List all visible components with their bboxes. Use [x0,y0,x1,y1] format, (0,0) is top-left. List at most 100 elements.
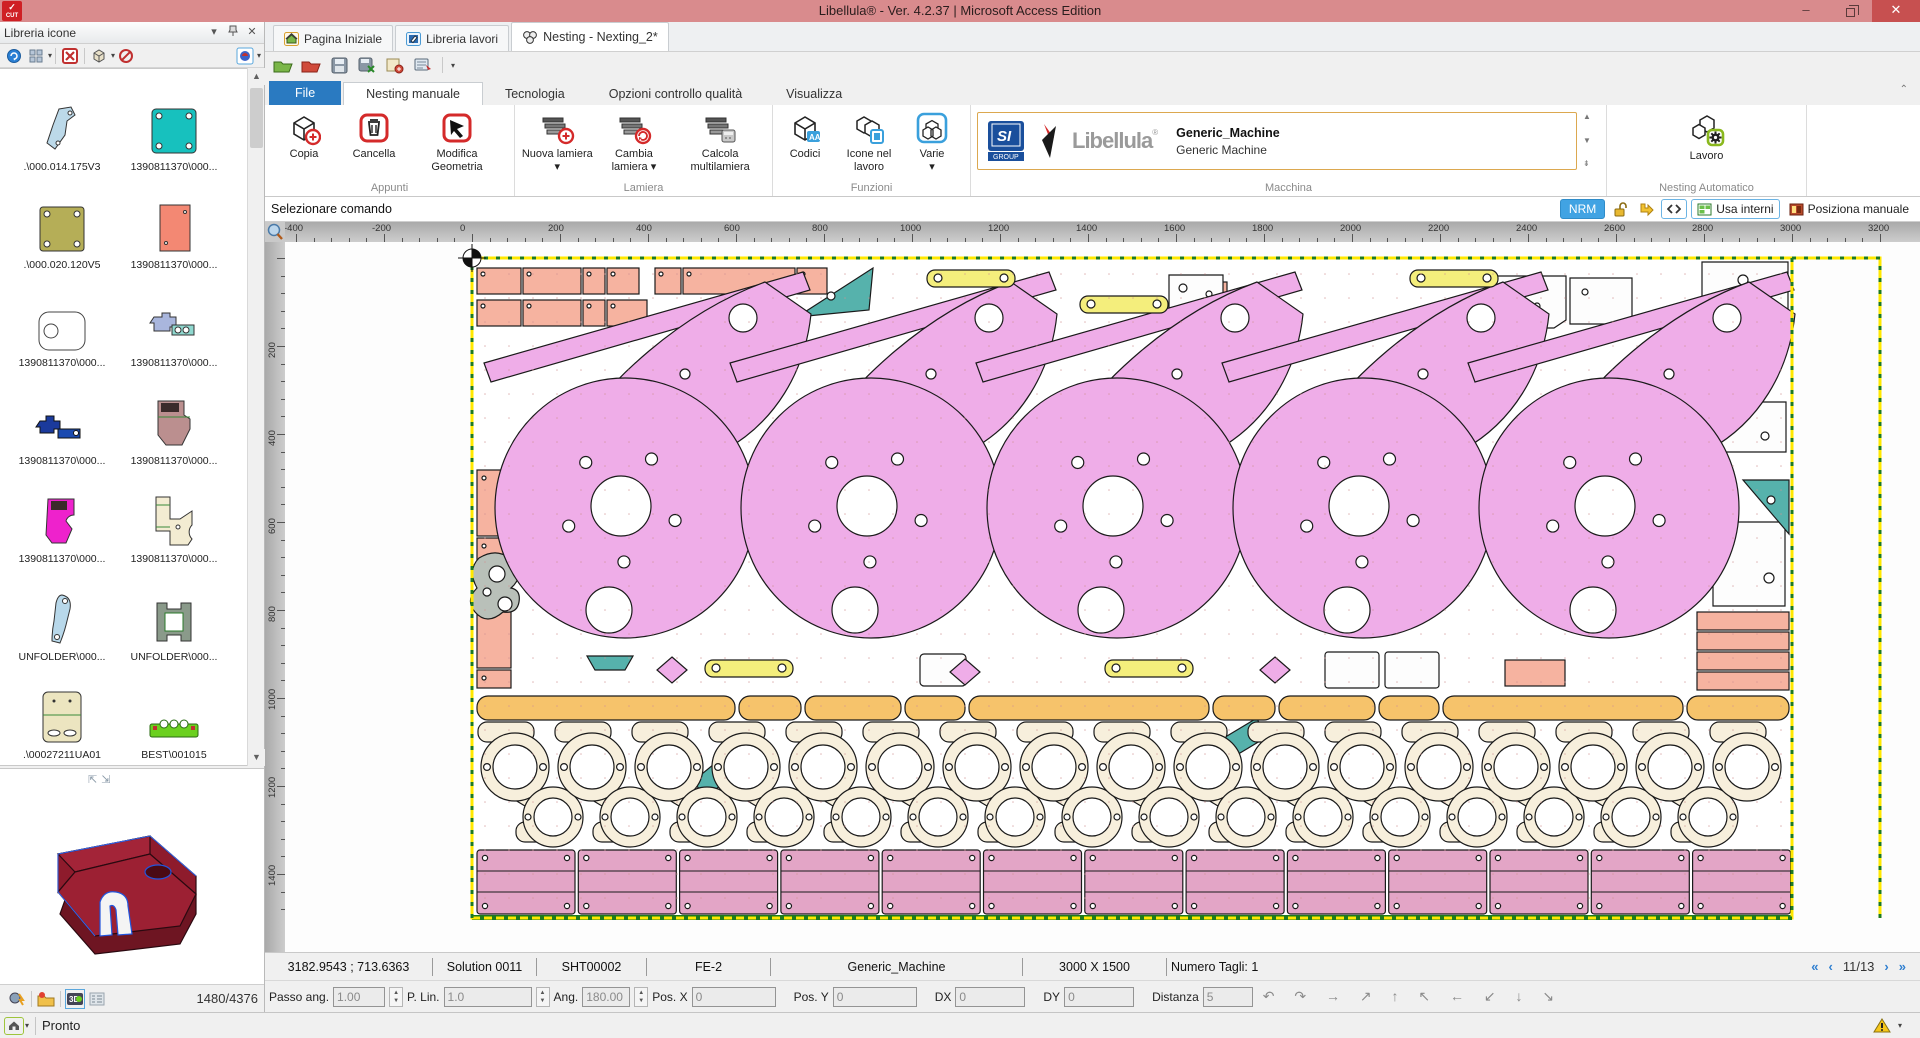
next-page-icon[interactable]: › [1884,959,1888,974]
passo-ang-spinner[interactable]: ▲▼ [389,987,403,1007]
minimize-button[interactable]: – [1784,0,1828,22]
close-button[interactable]: ✕ [1872,0,1920,22]
scroll-thumb[interactable] [250,88,263,148]
icone-nel-lavoro-button[interactable]: Icone nel lavoro [835,109,903,174]
ang-input[interactable] [582,987,630,1007]
ang-spinner[interactable]: ▲▼ [634,987,648,1007]
dy-input[interactable] [1064,987,1134,1007]
drawing-area[interactable] [285,242,1920,952]
varie-button[interactable]: Varie▾ [907,109,957,174]
elbow-arrow-icon[interactable] [1636,199,1656,219]
ruler-corner[interactable] [265,222,285,242]
scroll-down-icon[interactable]: ▼ [248,749,265,766]
copia-button[interactable]: Copia [271,109,337,161]
view-mode-icon[interactable] [26,46,46,66]
update-icon[interactable] [7,989,27,1009]
library-item[interactable]: BEST\001015 [118,663,230,761]
filter-caret[interactable]: ▾ [257,51,261,60]
nudge-arrows[interactable]: ↶ ↷ → ↗ ↑ ↖ ← ↙ ↓ ↘ [1263,988,1562,1005]
library-item[interactable]: .\000.020.120V5 [6,173,118,271]
ribbon-tab-opzioni[interactable]: Opzioni controllo qualità [587,83,764,105]
part-box-icon[interactable] [89,46,109,66]
library-scrollbar[interactable]: ▲ ▼ [247,68,264,766]
solution-label: Solution 0011 [433,958,537,976]
cancella-button[interactable]: Cancella [341,109,407,161]
distanza-input[interactable] [1203,987,1253,1007]
pos-x-input[interactable] [692,987,776,1007]
library-item[interactable]: 1390811370\000... [118,467,230,565]
pin-icon[interactable] [225,25,241,41]
library-item[interactable]: 1390811370\000... [6,271,118,369]
nesting-drawing[interactable] [285,242,1920,952]
library-item[interactable]: 1390811370\000... [118,271,230,369]
prev-page-icon[interactable]: ‹ [1829,959,1833,974]
distanza-label: Distanza [1152,990,1199,1004]
resize-arrows-icon[interactable]: ⇱⇲ [88,773,114,786]
open-red-folder-icon[interactable] [300,54,322,76]
first-page-icon[interactable]: « [1811,959,1818,974]
machine-selector[interactable]: SIGROUP Libellula® Generic_Machine Gener… [977,112,1577,170]
tab-nesting[interactable]: Nesting - Nexting_2* [511,22,669,51]
new-folder-icon[interactable] [36,989,56,1009]
part-3d-preview[interactable]: ⇱⇲ [0,768,264,984]
dx-input[interactable] [955,987,1025,1007]
usa-interni-button[interactable]: Usa interni [1691,199,1779,219]
passo-ang-input[interactable] [333,987,385,1007]
nesting-canvas-area[interactable]: -400-20002004006008001000120014001600180… [265,222,1920,952]
library-item[interactable]: .\00027211UA01 [6,663,118,761]
save-icon[interactable] [328,54,350,76]
calcola-multilamiera-button[interactable]: Calcola multilamiera [674,109,766,174]
panel-menu-icon[interactable]: ▾ [206,25,222,41]
library-item[interactable]: 1390811370\000... [6,467,118,565]
lavoro-button[interactable]: Lavoro [1672,109,1742,163]
library-item[interactable]: 1390811370\000... [118,75,230,173]
nuova-lamiera-button[interactable]: Nuova lamiera ▾ [521,109,594,174]
ribbon-collapse-icon[interactable]: ⌃ [1900,84,1908,95]
refresh-library-icon[interactable] [4,46,24,66]
quickbar-more-caret[interactable]: ▾ [451,61,455,70]
part-box-caret[interactable]: ▾ [111,51,115,60]
library-item[interactable]: .\000.014.175V3 [6,75,118,173]
nrm-button[interactable]: NRM [1560,199,1605,219]
last-page-icon[interactable]: » [1899,959,1906,974]
home-status-icon[interactable] [4,1017,24,1035]
p-lin-spinner[interactable]: ▲▼ [536,987,550,1007]
pos-y-input[interactable] [833,987,917,1007]
lock-icon[interactable] [1610,199,1630,219]
view-mode-caret[interactable]: ▾ [48,51,52,60]
open-green-folder-icon[interactable] [272,54,294,76]
library-item[interactable]: UNFOLDER\000... [118,565,230,663]
home-status-caret[interactable]: ▾ [25,1021,29,1030]
report-icon[interactable] [412,54,434,76]
filter-icon[interactable] [235,46,255,66]
restore-button[interactable] [1828,0,1872,22]
cambia-lamiera-button[interactable]: Cambia lamiera ▾ [598,109,671,174]
warning-caret[interactable]: ▾ [1898,1021,1902,1030]
ribbon-tab-nesting-manuale[interactable]: Nesting manuale [343,82,483,105]
ribbon-tab-visualizza[interactable]: Visualizza [764,83,864,105]
tab-libreria-lavori[interactable]: Libreria lavori [395,25,509,51]
library-item[interactable]: 1390811370\000... [6,369,118,467]
panel-close-icon[interactable]: ✕ [244,25,260,41]
view-3d-icon[interactable]: 3D [65,989,85,1009]
p-lin-input[interactable] [444,987,532,1007]
tab-pagina-iniziale[interactable]: Pagina Iniziale [273,25,393,51]
machine-scroll-arrows[interactable]: ▲▼⇟ [1583,112,1591,168]
modifica-geometria-button[interactable]: Modifica Geometria [411,109,503,174]
export-icon[interactable] [384,54,406,76]
library-item[interactable]: 1390811370\000... [118,173,230,271]
warning-icon[interactable] [1873,1018,1891,1033]
scroll-up-icon[interactable]: ▲ [248,68,265,85]
ribbon-tab-tecnologia[interactable]: Tecnologia [483,83,587,105]
ribbon-tab-file[interactable]: File [269,81,341,105]
disable-icon[interactable] [116,46,136,66]
code-view-button[interactable] [1661,199,1687,219]
library-item[interactable]: UNFOLDER\000... [6,565,118,663]
codici-button[interactable]: AA Codici [779,109,831,161]
delete-icon[interactable] [60,46,80,66]
save-as-icon[interactable] [356,54,378,76]
list-view-icon[interactable] [87,989,107,1009]
misc-icon [915,112,949,146]
posiziona-manuale-button[interactable]: Posiziona manuale [1784,199,1914,219]
library-item[interactable]: 1390811370\000... [118,369,230,467]
